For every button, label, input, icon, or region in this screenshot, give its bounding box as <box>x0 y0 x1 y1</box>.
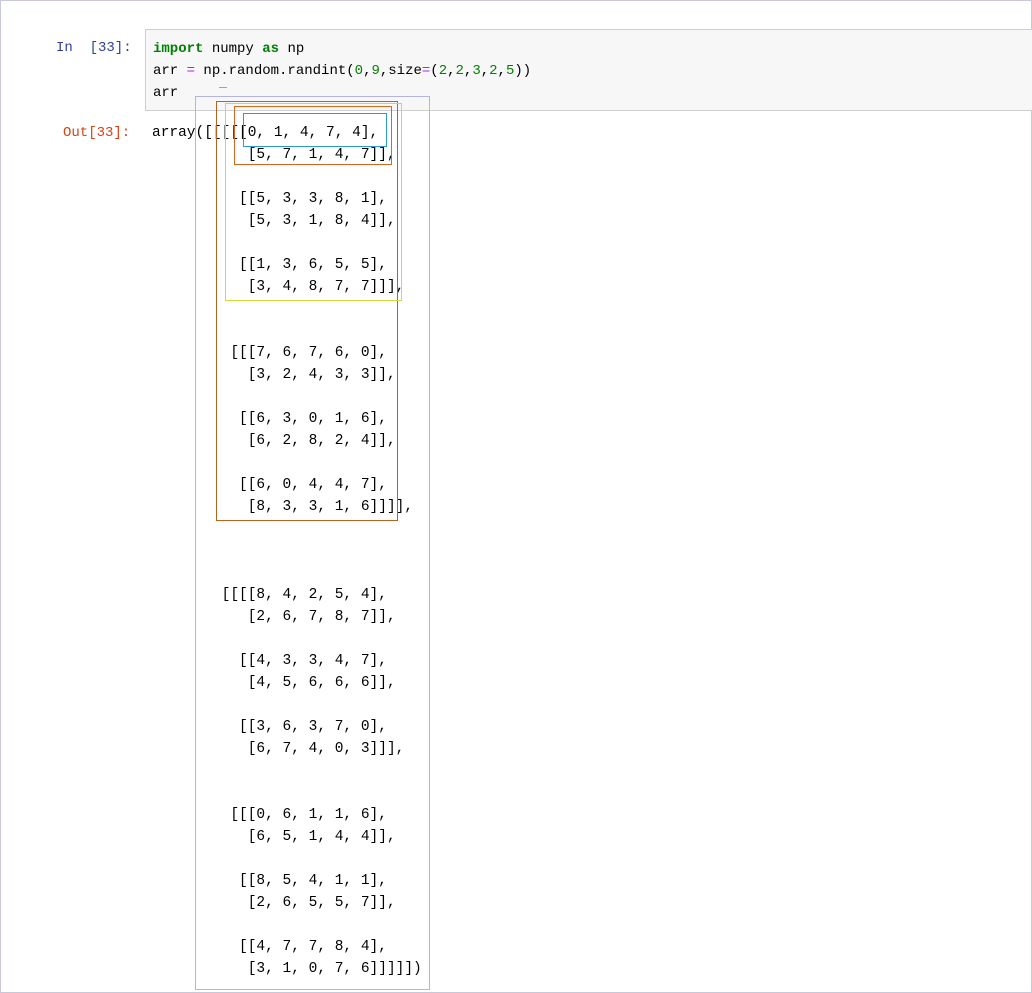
as-keyword: as <box>262 41 280 57</box>
size-dim: 3 <box>472 63 481 79</box>
comma: , <box>447 63 456 79</box>
size-kw: ,size <box>379 63 422 79</box>
call-close: )) <box>514 63 532 79</box>
assign-operator: = <box>186 63 196 79</box>
code-editor[interactable]: import numpy as np arr = np.random.randi… <box>153 38 531 104</box>
module-name: numpy <box>203 41 263 57</box>
size-open: ( <box>430 63 439 79</box>
alias-name: np <box>279 41 305 57</box>
code-input-cell[interactable]: import numpy as np arr = np.random.randi… <box>145 29 1032 111</box>
array-output: array([[[[[0, 1, 4, 7, 4], [5, 7, 1, 4, … <box>152 125 422 977</box>
comma: , <box>497 63 506 79</box>
size-dim: 2 <box>438 63 448 79</box>
arg-low: 0 <box>354 63 364 79</box>
comma: , <box>480 63 490 79</box>
randint-call: np.random.randint( <box>195 63 355 79</box>
text-cursor <box>219 87 227 88</box>
assign-target: arr <box>153 63 187 79</box>
output-prompt: Out[33]: <box>63 125 131 141</box>
input-prompt: In [33]: <box>56 40 132 56</box>
arg-high: 9 <box>371 63 380 79</box>
import-keyword: import <box>153 41 204 57</box>
size-dim: 2 <box>489 63 498 79</box>
size-dim: 2 <box>455 63 464 79</box>
expression-arr: arr <box>153 85 179 101</box>
